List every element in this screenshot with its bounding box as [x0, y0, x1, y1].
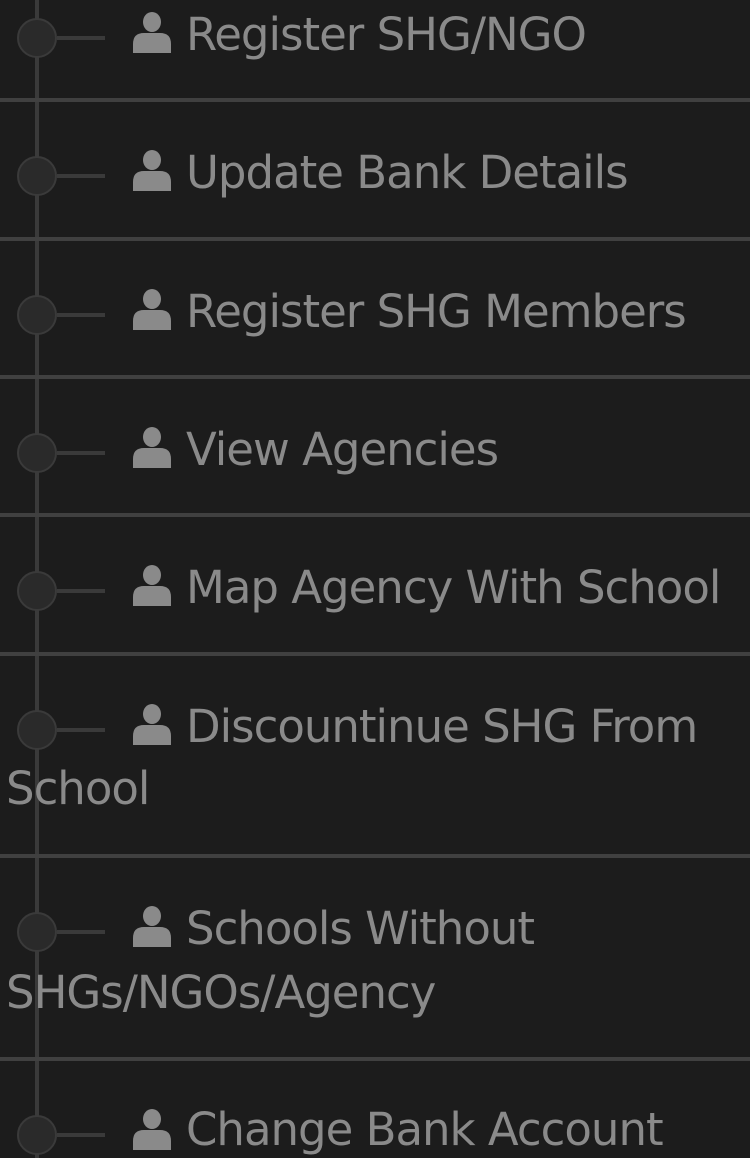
menu-item-map-agency-with-school[interactable]: Map Agency With School: [0, 517, 750, 653]
menu-item-label: Discountinue SHG From: [186, 700, 698, 753]
menu-item-change-bank-account[interactable]: Change Bank Account: [0, 1061, 750, 1158]
tree-node: [17, 433, 57, 473]
menu-item-label: Schools Without: [186, 902, 535, 955]
tree-node: [17, 1115, 57, 1155]
user-icon: [133, 565, 171, 606]
user-icon: [133, 704, 171, 745]
tree-branch: [57, 313, 105, 317]
menu-item-label-continuation: School: [6, 762, 150, 815]
sidebar-menu: Register SHG/NGO Update Bank Details Reg…: [0, 0, 750, 1158]
menu-item-update-bank-details[interactable]: Update Bank Details: [0, 102, 750, 238]
user-icon: [133, 150, 171, 191]
menu-item-label: Register SHG/NGO: [186, 8, 587, 61]
menu-item-label: View Agencies: [186, 423, 499, 476]
tree-node: [17, 912, 57, 952]
menu-item-label: Change Bank Account: [186, 1103, 664, 1156]
user-icon: [133, 1109, 171, 1150]
user-icon: [133, 906, 171, 947]
menu-item-view-agencies[interactable]: View Agencies: [0, 379, 750, 515]
tree-node: [17, 18, 57, 58]
tree-branch: [57, 589, 105, 593]
tree-branch: [57, 36, 105, 40]
user-icon: [133, 289, 171, 330]
tree-branch: [57, 451, 105, 455]
menu-item-discontinue-shg-from-school[interactable]: Discountinue SHG From School: [0, 656, 750, 854]
tree-branch: [57, 728, 105, 732]
user-icon: [133, 12, 171, 53]
tree-node: [17, 710, 57, 750]
user-icon: [133, 427, 171, 468]
menu-item-schools-without-shgs[interactable]: Schools Without SHGs/NGOs/Agency: [0, 858, 750, 1056]
menu-item-register-shg-members[interactable]: Register SHG Members: [0, 241, 750, 377]
tree-branch: [57, 930, 105, 934]
tree-node: [17, 156, 57, 196]
menu-item-label: Update Bank Details: [186, 146, 629, 199]
tree-branch: [57, 1133, 105, 1137]
menu-item-label: Register SHG Members: [186, 285, 687, 338]
menu-item-register-shg-ngo[interactable]: Register SHG/NGO: [0, 0, 750, 100]
tree-node: [17, 295, 57, 335]
tree-node: [17, 571, 57, 611]
menu-item-label-continuation: SHGs/NGOs/Agency: [6, 966, 436, 1019]
tree-branch: [57, 174, 105, 178]
menu-item-label: Map Agency With School: [186, 561, 721, 614]
